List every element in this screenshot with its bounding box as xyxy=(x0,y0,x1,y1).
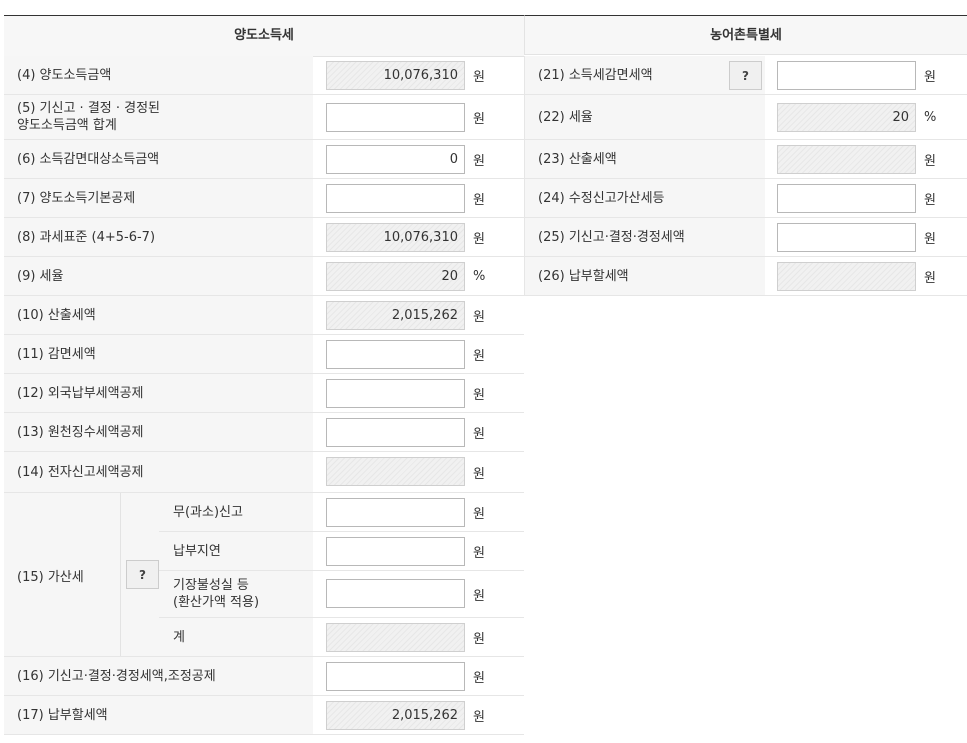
row-label: (24) 수정신고가산세등 xyxy=(525,179,765,217)
tax-payable-field[interactable]: 2,015,262 xyxy=(326,701,465,730)
bookkeeping-penalty-field[interactable] xyxy=(326,579,465,608)
row-label: (10) 산출세액 xyxy=(4,296,313,334)
row-5: (5) 기신고 · 결정 · 경정된 양도소득금액 합계 원 xyxy=(4,95,524,140)
special-tax-payable-field[interactable] xyxy=(777,262,916,291)
unit-label: 원 xyxy=(924,69,936,85)
row-14: (14) 전자신고세액공제 원 xyxy=(4,452,524,493)
prior-declared-amount-field[interactable] xyxy=(326,103,465,132)
row-9: (9) 세율 20 % xyxy=(4,257,524,296)
unit-label: 원 xyxy=(473,545,485,561)
row-17: (17) 납부할세액 2,015,262 원 xyxy=(4,696,524,735)
withholding-credit-field[interactable] xyxy=(326,418,465,447)
unit-label: 원 xyxy=(473,231,485,247)
row-10: (10) 산출세액 2,015,262 원 xyxy=(4,296,524,335)
penalty-label: (15) 가산세 xyxy=(17,569,84,585)
row-label: (11) 감면세액 xyxy=(4,335,313,373)
row-label: (6) 소득감면대상소득금액 xyxy=(4,140,313,178)
unit-label: 원 xyxy=(473,631,485,647)
header-capital-gains-tax: 양도소득세 xyxy=(4,15,524,57)
unit-label: 원 xyxy=(924,270,936,286)
row-26: (26) 납부할세액 원 xyxy=(524,257,967,296)
unit-label: 원 xyxy=(473,466,485,482)
amended-penalty-field[interactable] xyxy=(777,184,916,213)
row-label: (17) 납부할세액 xyxy=(4,696,313,734)
unit-label: 원 xyxy=(473,309,485,325)
unit-label: 원 xyxy=(473,506,485,522)
penalty-help-button[interactable]: ? xyxy=(126,560,159,589)
special-calculated-tax-field[interactable] xyxy=(777,145,916,174)
penalty-row: 무(과소)신고 원 xyxy=(159,493,524,532)
unit-label: 원 xyxy=(473,670,485,686)
reduction-income-field[interactable]: 0 xyxy=(326,145,465,174)
special-prior-tax-field[interactable] xyxy=(777,223,916,252)
row-16: (16) 기신고·결정·경정세액,조정공제 원 xyxy=(4,657,524,696)
row-21: (21) 소득세감면세액 ? 원 xyxy=(524,56,967,95)
penalty-sub-label: 기장불성실 등 (환산가액 적용) xyxy=(159,571,313,617)
special-tax-rate-field[interactable]: 20 xyxy=(777,103,916,132)
calculated-tax-field[interactable]: 2,015,262 xyxy=(326,301,465,330)
row-6: (6) 소득감면대상소득금액 0 원 xyxy=(4,140,524,179)
unit-label: 원 xyxy=(473,348,485,364)
row-25: (25) 기신고·결정·경정세액 원 xyxy=(524,218,967,257)
row-label: (9) 세율 xyxy=(4,257,313,295)
underreporting-penalty-field[interactable] xyxy=(326,498,465,527)
row-label: (5) 기신고 · 결정 · 경정된 양도소득금액 합계 xyxy=(4,95,313,139)
penalty-row: 기장불성실 등 (환산가액 적용) 원 xyxy=(159,571,524,618)
row-13: (13) 원천징수세액공제 원 xyxy=(4,413,524,452)
penalty-row: 계 원 xyxy=(159,618,524,657)
prior-tax-adjustment-field[interactable] xyxy=(326,662,465,691)
late-payment-penalty-field[interactable] xyxy=(326,537,465,566)
unit-label: 원 xyxy=(473,709,485,725)
unit-label: 원 xyxy=(473,426,485,442)
unit-label: 원 xyxy=(473,69,485,85)
unit-label: 원 xyxy=(473,192,485,208)
row-label: (7) 양도소득기본공제 xyxy=(4,179,313,217)
unit-label: 원 xyxy=(473,111,485,127)
row-label: (23) 산출세액 xyxy=(525,140,765,178)
foreign-tax-credit-field[interactable] xyxy=(326,379,465,408)
unit-label: % xyxy=(924,109,937,125)
row-24: (24) 수정신고가산세등 원 xyxy=(524,179,967,218)
e-filing-credit-field[interactable] xyxy=(326,457,465,486)
unit-label: 원 xyxy=(924,192,936,208)
row-label: (22) 세율 xyxy=(525,95,765,139)
basic-deduction-field[interactable] xyxy=(326,184,465,213)
row-label: (8) 과세표준 (4+5-6-7) xyxy=(4,218,313,256)
divider xyxy=(120,493,121,656)
row-label: (13) 원천징수세액공제 xyxy=(4,413,313,451)
row-8: (8) 과세표준 (4+5-6-7) 10,076,310 원 xyxy=(4,218,524,257)
unit-label: 원 xyxy=(473,588,485,604)
row-label: (12) 외국납부세액공제 xyxy=(4,374,313,412)
reduction-tax-field[interactable] xyxy=(326,340,465,369)
row-22: (22) 세율 20 % xyxy=(524,95,967,140)
tax-base-field[interactable]: 10,076,310 xyxy=(326,223,465,252)
row-7: (7) 양도소득기본공제 원 xyxy=(4,179,524,218)
unit-label: % xyxy=(473,268,486,284)
unit-label: 원 xyxy=(473,153,485,169)
penalty-sub-label: 납부지연 xyxy=(159,532,313,570)
tax-rate-field[interactable]: 20 xyxy=(326,262,465,291)
income-tax-reduction-field[interactable] xyxy=(777,61,916,90)
reduction-help-button[interactable]: ? xyxy=(729,61,762,90)
header-rural-special-tax: 농어촌특별세 xyxy=(524,15,967,55)
row-12: (12) 외국납부세액공제 원 xyxy=(4,374,524,413)
row-label: (14) 전자신고세액공제 xyxy=(4,452,313,492)
row-23: (23) 산출세액 원 xyxy=(524,140,967,179)
row-11: (11) 감면세액 원 xyxy=(4,335,524,374)
unit-label: 원 xyxy=(924,153,936,169)
row-label: (16) 기신고·결정·경정세액,조정공제 xyxy=(4,657,313,695)
row-label: (4) 양도소득금액 xyxy=(4,56,313,94)
row-4: (4) 양도소득금액 10,076,310 원 xyxy=(4,56,524,95)
unit-label: 원 xyxy=(924,231,936,247)
penalty-sub-label: 계 xyxy=(159,618,313,656)
penalty-sub-label: 무(과소)신고 xyxy=(159,493,313,531)
unit-label: 원 xyxy=(473,387,485,403)
penalty-group: (15) 가산세 ? xyxy=(4,493,159,657)
row-label: (25) 기신고·결정·경정세액 xyxy=(525,218,765,256)
penalty-row: 납부지연 원 xyxy=(159,532,524,571)
row-label: (26) 납부할세액 xyxy=(525,257,765,295)
capital-gains-amount-field[interactable]: 10,076,310 xyxy=(326,61,465,90)
penalty-total-field[interactable] xyxy=(326,623,465,652)
